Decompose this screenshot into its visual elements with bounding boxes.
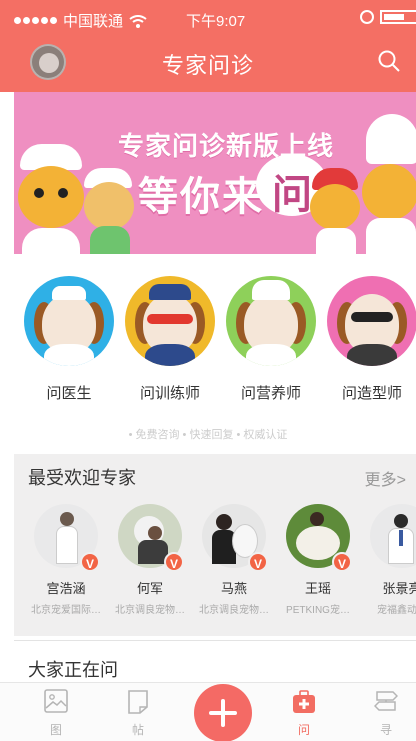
expert-photo: V (34, 504, 100, 572)
wifi-icon (129, 14, 147, 28)
tab-find[interactable]: 寻 (356, 689, 416, 738)
expert-photo: V (118, 504, 184, 572)
expert-name: 马燕 (220, 581, 247, 596)
trainer-avatar (125, 276, 215, 366)
expert-card[interactable]: V 何军 北京调良宠物… (108, 504, 192, 616)
category-label: 问营养师 (240, 385, 301, 402)
orientation-lock-icon (360, 10, 374, 24)
expert-card[interactable]: V 马燕 北京调良宠物… (192, 504, 276, 616)
category-label: 问训练师 (139, 385, 200, 402)
top-bar: 中国联通 下午9:07 专家问诊 (0, 0, 416, 92)
category-label: 问医生 (46, 385, 92, 402)
expert-org: 北京调良宠物… (199, 605, 269, 616)
carrier-label: 中国联通 (63, 13, 124, 30)
expert-name: 宫浩涵 (46, 581, 86, 596)
expert-org: 北京调良宠物… (115, 605, 185, 616)
popular-experts-section: 最受欢迎专家 更多> V 宫浩涵 北京宠爱国际… V 何军 北京调良宠物… V … (14, 454, 416, 636)
expert-photo (370, 504, 416, 568)
expert-photo: V (202, 504, 268, 572)
expert-name: 王瑶 (304, 581, 331, 596)
tab-label: 寻 (379, 723, 392, 737)
battery-icon (380, 10, 416, 24)
category-section: 问医生 问训练师 问营养师 问造型师 • 免费咨询 • 快速回复 • 权威认证 (0, 254, 416, 450)
tab-label: 帖 (131, 723, 144, 737)
chef-dog-illustration (360, 114, 416, 254)
expert-card[interactable]: V 宫浩涵 北京宠爱国际… (24, 504, 108, 616)
picture-icon (44, 689, 68, 715)
doctor-avatar (24, 276, 114, 366)
verified-badge-icon: V (332, 552, 352, 572)
signpost-icon (373, 689, 399, 715)
medical-kit-icon (292, 689, 316, 715)
asking-section: 大家正在问 (0, 642, 416, 686)
search-icon[interactable] (378, 50, 400, 72)
status-left: 中国联通 (14, 10, 147, 31)
expert-name: 何军 (136, 581, 163, 596)
nurse-dog-illustration (80, 168, 140, 254)
expert-photo: V (286, 504, 352, 572)
section-title: 大家正在问 (28, 660, 118, 680)
promo-banner[interactable]: 专家问诊新版上线 等你来 问 (14, 92, 416, 254)
stylist-avatar (327, 276, 416, 366)
expert-org: 宠福鑫动物 (377, 605, 416, 616)
signal-icon (14, 17, 57, 24)
section-title: 最受欢迎专家 (28, 468, 136, 488)
verified-badge-icon: V (248, 552, 268, 572)
category-stylist[interactable]: 问造型师 (324, 276, 416, 403)
tab-label: 问 (297, 723, 310, 737)
category-trainer[interactable]: 问训练师 (122, 276, 218, 403)
plus-icon-vertical (221, 699, 225, 727)
expert-card[interactable]: 张景亮 宠福鑫动物 (360, 504, 416, 616)
status-time: 下午9:07 (186, 13, 246, 30)
category-doctor[interactable]: 问医生 (21, 276, 117, 403)
tab-pictures[interactable]: 图 (26, 689, 86, 738)
page-title: 专家问诊 (161, 53, 254, 78)
post-icon (126, 689, 150, 715)
tab-label: 图 (49, 723, 62, 737)
nutritionist-avatar (226, 276, 316, 366)
expert-name: 张景亮 (382, 581, 416, 596)
verified-badge-icon: V (80, 552, 100, 572)
trainer-dog-illustration (306, 168, 364, 254)
tab-ask[interactable]: 问 (274, 689, 334, 738)
category-label: 问造型师 (341, 385, 402, 402)
verified-badge-icon: V (164, 552, 184, 572)
expert-card[interactable]: V 王瑶 PETKING宠… (276, 504, 360, 616)
more-link[interactable]: 更多> (365, 466, 406, 490)
section-divider (14, 640, 416, 641)
add-button[interactable] (194, 684, 252, 741)
status-bar: 中国联通 下午9:07 (0, 0, 416, 32)
banner-subline: 等你来 (138, 175, 264, 219)
expert-org: PETKING宠… (286, 605, 350, 616)
status-right (360, 10, 416, 24)
tagline: • 免费咨询 • 快速回复 • 权威认证 (128, 429, 288, 441)
category-nutritionist[interactable]: 问营养师 (223, 276, 319, 403)
tab-posts[interactable]: 帖 (108, 689, 168, 738)
expert-org: 北京宠爱国际… (31, 605, 101, 616)
app-header: 专家问诊 (0, 32, 416, 92)
